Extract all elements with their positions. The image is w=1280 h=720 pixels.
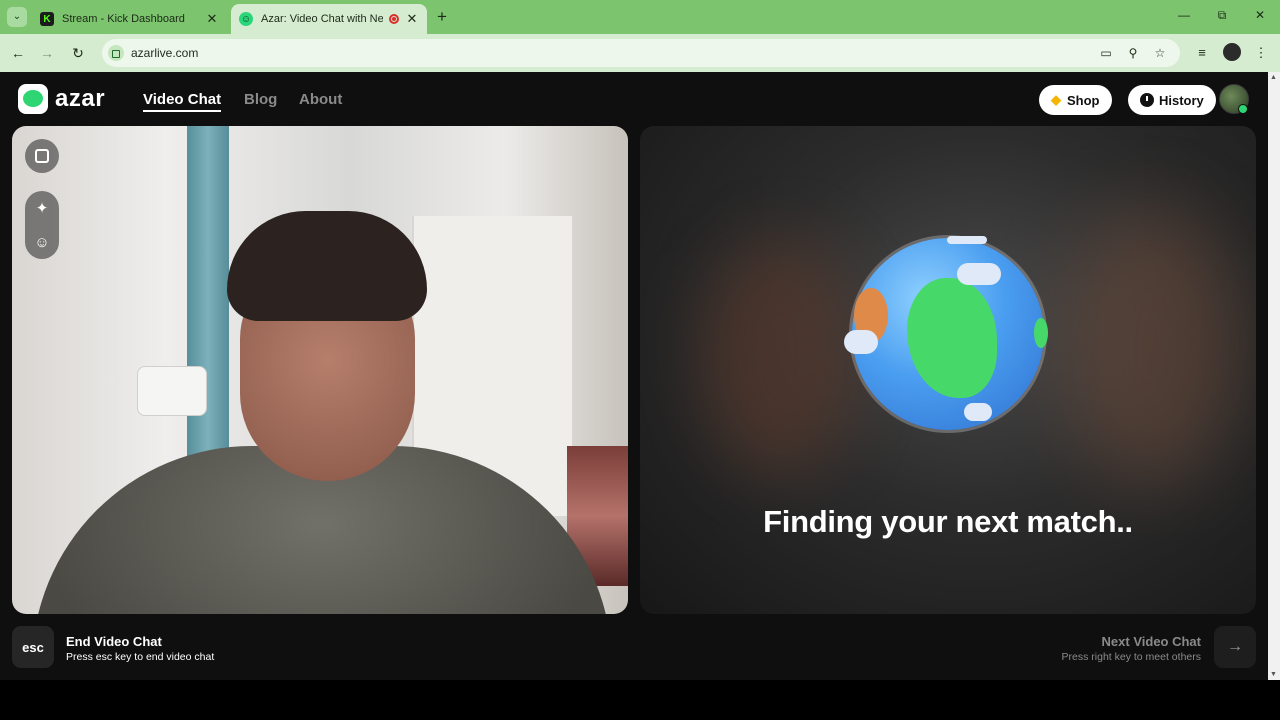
page-scrollbar[interactable]: ▲ ▼ [1268,72,1280,680]
nav-about[interactable]: About [299,91,342,108]
logo-text: azar [55,85,106,112]
cast-icon[interactable]: ▭ [1097,44,1115,62]
bookmark-star-icon[interactable]: ☆ [1151,44,1169,62]
browser-profile-avatar[interactable] [1223,43,1241,61]
tab-title: Stream - Kick Dashboard [62,13,185,25]
close-window-icon[interactable]: ✕ [1250,8,1270,22]
minimize-video-button[interactable] [25,139,59,173]
tab-azar[interactable]: ☺ Azar: Video Chat with New ✕ [231,4,427,34]
finding-match-text: Finding your next match.. [763,504,1133,539]
minimize-icon[interactable]: — [1174,8,1194,22]
globe-land [907,278,997,398]
restore-icon[interactable]: ⧉ [1212,8,1232,23]
nav-blog[interactable]: Blog [244,91,277,108]
end-video-chat-title[interactable]: End Video Chat [66,634,162,649]
new-tab-button[interactable]: + [432,7,452,27]
globe-cloud [964,403,992,421]
azar-logo-icon: ☺ [239,12,253,26]
person-hair [227,211,427,321]
sparkle-effects-icon[interactable]: ✦ [25,191,59,225]
browser-toolbar: ← → ↻ azarlive.com ▭ ⚲ ☆ ≡ ⋮ [0,34,1280,72]
recording-icon [389,14,399,24]
clock-icon [1140,93,1154,107]
globe-cloud [957,263,1001,285]
collapse-icon [25,139,59,173]
effects-toolbar: ✦ ☺ [25,191,59,259]
azar-logo-icon [18,84,48,114]
scroll-down-icon[interactable]: ▼ [1270,671,1277,678]
next-video-chat-hint: Press right key to meet others [1061,651,1201,663]
shop-button[interactable]: ◆ Shop [1039,85,1112,115]
tab-title: Azar: Video Chat with New [261,13,383,25]
reload-icon[interactable]: ↻ [68,43,88,63]
gem-icon: ◆ [1051,92,1061,107]
globe-cloud [844,330,878,354]
address-bar[interactable]: azarlive.com ▭ ⚲ ☆ [102,39,1180,67]
globe-land [1034,318,1048,348]
blur-blob [1060,206,1240,486]
arrow-right-icon[interactable]: → [1214,626,1256,668]
kick-logo-icon: K [40,12,54,26]
back-icon[interactable]: ← [8,43,28,63]
zoom-icon[interactable]: ⚲ [1124,44,1142,62]
shop-label: Shop [1067,92,1100,108]
esc-key-button[interactable]: esc [12,626,54,668]
background-fan [137,366,207,416]
tab-search-chevron-icon[interactable]: ⌄ [7,7,27,27]
close-tab-icon[interactable]: ✕ [205,11,219,27]
browser-tabstrip: ⌄ K Stream - Kick Dashboard ✕ ☺ Azar: Vi… [0,0,1280,34]
tab-kick-dashboard[interactable]: K Stream - Kick Dashboard ✕ [32,4,227,34]
scroll-up-icon[interactable]: ▲ [1270,74,1277,81]
blur-blob [700,236,860,476]
screen-bottom-edge [0,680,1280,720]
globe-icon [844,236,1048,430]
forward-icon[interactable]: → [37,43,57,63]
globe-cloud [947,236,987,244]
azar-page: azar Video Chat Blog About ◆ Shop Histor… [0,72,1268,680]
history-label: History [1159,92,1204,108]
azar-logo[interactable]: azar [18,84,105,114]
nav-video-chat[interactable]: Video Chat [143,91,222,112]
next-video-chat-title[interactable]: Next Video Chat [1000,634,1201,649]
face-filter-icon[interactable]: ☺ [25,225,59,259]
media-controls-icon[interactable]: ≡ [1192,43,1212,63]
end-video-chat-hint: Press esc key to end video chat [66,651,215,663]
partner-video-panel: Finding your next match.. [640,126,1256,614]
self-video-feed: ✦ ☺ [12,126,628,614]
url-text: azarlive.com [131,46,199,60]
online-status-icon [1238,104,1248,114]
close-tab-icon[interactable]: ✕ [405,11,419,27]
menu-dots-icon[interactable]: ⋮ [1251,43,1271,63]
history-button[interactable]: History [1128,85,1216,115]
camera-site-info-icon[interactable] [108,45,124,61]
